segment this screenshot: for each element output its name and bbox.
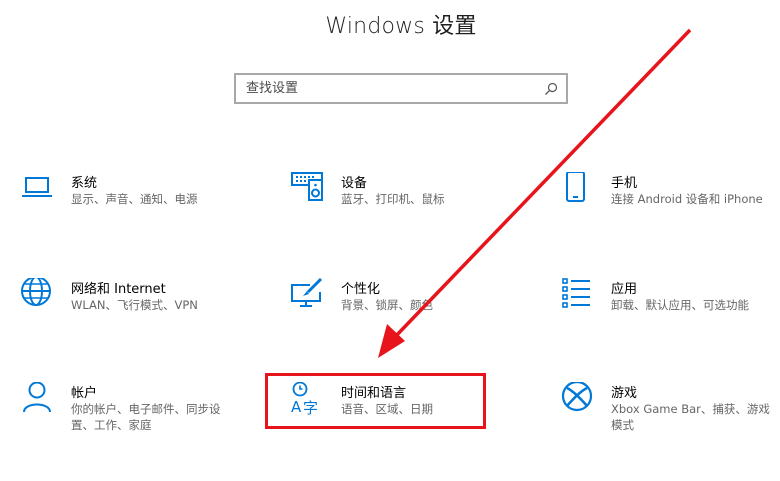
tile-system-desc: 显示、声音、通知、电源 — [71, 192, 198, 206]
page-title: Windows 设置 — [325, 14, 477, 39]
tile-system[interactable]: 系统 显示、声音、通知、电源 — [21, 172, 261, 242]
tile-personalization-desc: 背景、锁屏、颜色 — [341, 298, 433, 312]
tile-personalization[interactable]: 个性化 背景、锁屏、颜色 — [291, 278, 531, 348]
tile-phone[interactable]: 手机 连接 Android 设备和 iPhone — [561, 172, 780, 242]
paint-screen-icon — [291, 278, 327, 314]
tile-phone-title: 手机 — [611, 176, 638, 191]
person-icon — [21, 382, 57, 418]
tile-network-desc: WLAN、飞行模式、VPN — [71, 298, 198, 312]
globe-icon — [21, 278, 57, 314]
tile-gaming-desc: Xbox Game Bar、捕获、游戏模式 — [611, 402, 770, 432]
tile-gaming-title: 游戏 — [611, 386, 638, 401]
tile-apps[interactable]: 应用 卸载、默认应用、可选功能 — [561, 278, 780, 348]
search-icon[interactable] — [544, 82, 558, 96]
tile-devices[interactable]: 设备 蓝牙、打印机、鼠标 — [291, 172, 531, 242]
tile-phone-desc: 连接 Android 设备和 iPhone — [611, 192, 763, 206]
phone-icon — [561, 172, 597, 208]
tile-network-title: 网络和 Internet — [71, 282, 166, 297]
highlight-box — [265, 373, 486, 429]
tile-accounts[interactable]: 帐户 你的帐户、电子邮件、同步设置、工作、家庭 — [21, 382, 261, 452]
laptop-icon — [21, 172, 57, 208]
tile-apps-desc: 卸载、默认应用、可选功能 — [611, 298, 749, 312]
settings-window: Windows 设置 系统 显示、声音、通知、电源 设 — [0, 0, 780, 481]
tile-devices-title: 设备 — [341, 176, 368, 191]
tile-apps-title: 应用 — [611, 282, 638, 297]
keyboard-speaker-icon — [291, 172, 327, 208]
tile-personalization-title: 个性化 — [341, 282, 381, 297]
tile-accounts-desc: 你的帐户、电子邮件、同步设置、工作、家庭 — [71, 402, 221, 432]
search-box[interactable] — [234, 73, 568, 104]
tile-gaming[interactable]: 游戏 Xbox Game Bar、捕获、游戏模式 — [561, 382, 780, 452]
tile-network[interactable]: 网络和 Internet WLAN、飞行模式、VPN — [21, 278, 261, 348]
search-input[interactable] — [236, 75, 566, 102]
tile-devices-desc: 蓝牙、打印机、鼠标 — [341, 192, 445, 206]
xbox-icon — [561, 382, 597, 418]
tile-accounts-title: 帐户 — [71, 386, 98, 401]
app-list-icon — [561, 278, 597, 314]
tile-system-title: 系统 — [71, 176, 98, 191]
